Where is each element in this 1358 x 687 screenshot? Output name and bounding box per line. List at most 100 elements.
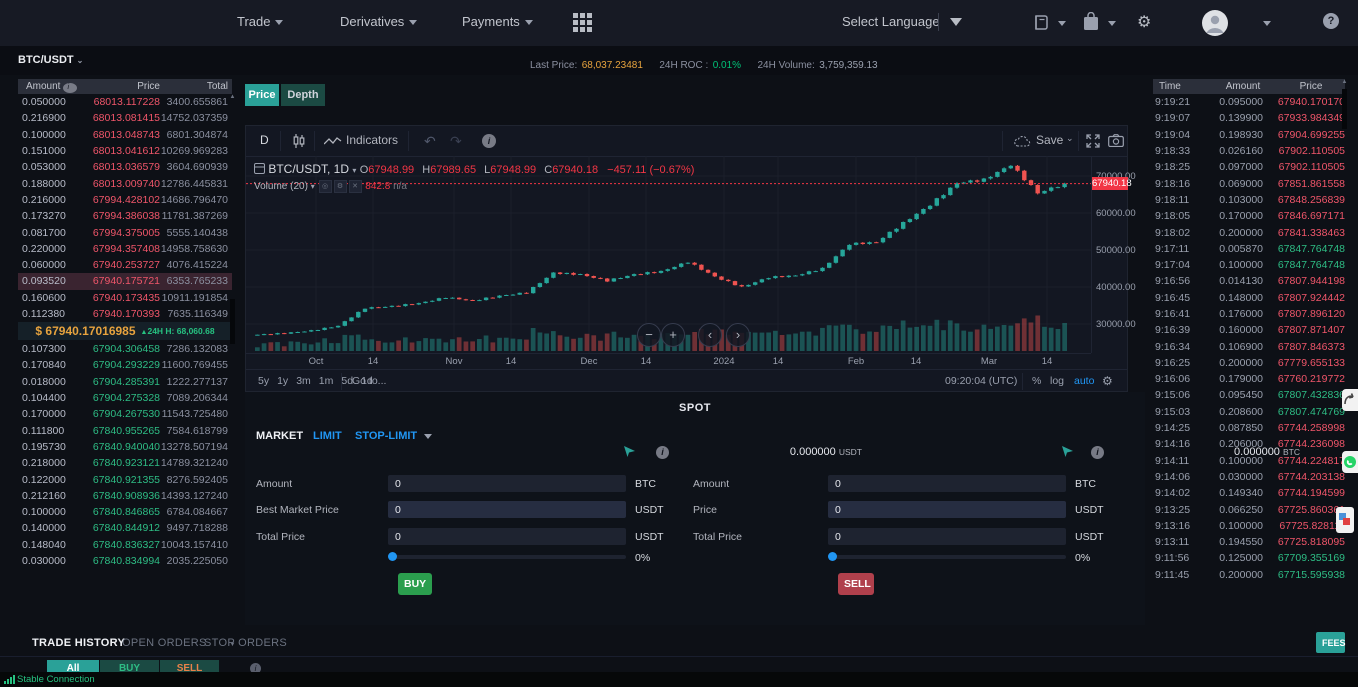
trade-row[interactable]: 9:18:160.06900067851.861558 bbox=[1153, 175, 1345, 191]
orderbook-bid-row[interactable]: 0.17000067904.26753011543.725480 bbox=[18, 406, 232, 422]
chevron-down-icon[interactable] bbox=[1108, 21, 1116, 26]
zoom-in-button[interactable]: + bbox=[661, 323, 685, 347]
help-icon[interactable]: ? bbox=[1323, 13, 1339, 29]
orderbook-bid-row[interactable]: 0.12200067840.9213558276.592405 bbox=[18, 471, 232, 487]
trade-row[interactable]: 9:16:060.17900067760.219772 bbox=[1153, 371, 1345, 387]
goto-button[interactable]: Go to... bbox=[352, 375, 386, 387]
trade-row[interactable]: 9:14:160.20600067744.236098 bbox=[1153, 436, 1345, 452]
range-1m[interactable]: 1m bbox=[319, 375, 334, 387]
scroll-right-button[interactable]: › bbox=[726, 323, 750, 347]
legend-symbol[interactable]: BTC/USDT, 1D bbox=[268, 162, 349, 176]
buy-slider[interactable] bbox=[388, 555, 626, 559]
orderbook-bid-row[interactable]: 0.10730067904.3064587286.132083 bbox=[18, 341, 232, 357]
settings-gear-icon[interactable]: ⚙ bbox=[1137, 12, 1151, 32]
trade-row[interactable]: 9:14:110.10000067744.224817 bbox=[1153, 453, 1345, 469]
chevron-down-icon[interactable]: ▾ bbox=[352, 166, 356, 175]
orderbook-ask-row[interactable]: 0.15100068013.04161210269.969283 bbox=[18, 143, 232, 159]
sell-slider[interactable] bbox=[828, 555, 1066, 559]
orderbook-ask-row[interactable]: 0.08170067994.3750055555.140438 bbox=[18, 224, 232, 240]
buy-price-input[interactable] bbox=[388, 501, 626, 518]
trade-row[interactable]: 9:16:410.17600067807.896120 bbox=[1153, 306, 1345, 322]
share-widget[interactable] bbox=[1342, 389, 1358, 411]
fees-button[interactable]: FEES bbox=[1316, 632, 1345, 653]
orderbook-ask-row[interactable]: 0.06000067940.2537274076.415224 bbox=[18, 257, 232, 273]
tab-depth[interactable]: Depth bbox=[281, 84, 325, 106]
orderbook-bid-row[interactable]: 0.14000067840.8449129497.718288 bbox=[18, 520, 232, 536]
sell-button[interactable]: SELL bbox=[838, 573, 874, 595]
avatar[interactable] bbox=[1202, 10, 1228, 36]
nav-payments[interactable]: Payments bbox=[462, 14, 533, 29]
range-5y[interactable]: 5y bbox=[258, 375, 269, 387]
buy-slider-handle[interactable] bbox=[388, 552, 397, 561]
undo-icon[interactable]: ↶ bbox=[424, 133, 436, 150]
camera-icon[interactable] bbox=[1108, 134, 1124, 147]
trade-row[interactable]: 9:19:040.19893067904.699255 bbox=[1153, 127, 1345, 143]
tab-trade-history[interactable]: TRADE HISTORY bbox=[32, 637, 125, 649]
scroll-up-icon[interactable]: ▲ bbox=[229, 94, 236, 100]
trade-row[interactable]: 9:13:250.06625067725.860361 bbox=[1153, 501, 1345, 517]
volume-label[interactable]: Volume (20) bbox=[254, 181, 308, 192]
orderbook-ask-row[interactable]: 0.21600067994.42810214686.796470 bbox=[18, 192, 232, 208]
trade-row[interactable]: 9:19:210.09500067940.170170 bbox=[1153, 94, 1345, 110]
redo-icon[interactable]: ↷ bbox=[450, 133, 462, 150]
orderbook-bid-row[interactable]: 0.17084067904.29322911600.769455 bbox=[18, 357, 232, 373]
zoom-out-button[interactable]: − bbox=[637, 323, 661, 347]
tab-market[interactable]: MARKET bbox=[256, 430, 303, 442]
settings-icon[interactable]: ⚙ bbox=[334, 180, 347, 193]
orderbook-bid-row[interactable]: 0.10000067840.8468656784.084667 bbox=[18, 504, 232, 520]
auto-scale-button[interactable]: auto bbox=[1074, 375, 1094, 387]
log-scale-button[interactable]: log bbox=[1050, 375, 1064, 387]
trade-row[interactable]: 9:17:040.10000067847.764748 bbox=[1153, 257, 1345, 273]
fullscreen-icon[interactable] bbox=[1086, 134, 1100, 148]
trade-row[interactable]: 9:15:030.20860067807.474769 bbox=[1153, 404, 1345, 420]
orderbook-bid-row[interactable]: 0.21800067840.92312114789.321240 bbox=[18, 455, 232, 471]
chevron-down-icon[interactable]: ▾ bbox=[311, 182, 315, 191]
axis-settings-gear-icon[interactable]: ⚙ bbox=[1102, 374, 1113, 388]
orderbook-ask-row[interactable]: 0.05300068013.0365793604.690939 bbox=[18, 159, 232, 175]
sell-slider-handle[interactable] bbox=[828, 552, 837, 561]
trade-row[interactable]: 9:14:060.03000067744.203138 bbox=[1153, 469, 1345, 485]
chevron-down-icon[interactable]: ⌄ bbox=[1066, 133, 1074, 144]
info-icon[interactable]: i bbox=[63, 83, 77, 93]
orderbook-ask-row[interactable]: 0.16060067940.17343510911.191854 bbox=[18, 290, 232, 306]
cloud-icon[interactable] bbox=[1014, 136, 1031, 147]
indicators-button[interactable]: Indicators bbox=[346, 133, 398, 147]
trade-row[interactable]: 9:13:160.10000067725.828111 bbox=[1153, 518, 1345, 534]
orderbook-bid-row[interactable]: 0.19573067840.94004013278.507194 bbox=[18, 439, 232, 455]
trade-row[interactable]: 9:16:560.01413067807.944198 bbox=[1153, 273, 1345, 289]
scroll-up-icon[interactable]: ▲ bbox=[1341, 79, 1348, 85]
orderbook-bid-row[interactable]: 0.21216067840.90893614393.127240 bbox=[18, 488, 232, 504]
chart-plot-area[interactable]: BTC/USDT, 1D ▾ O67948.99 H67989.65 L6794… bbox=[246, 156, 1091, 353]
apps-grid-icon[interactable] bbox=[573, 13, 592, 32]
trade-row[interactable]: 9:13:110.19455067725.818095 bbox=[1153, 534, 1345, 550]
orderbook-ask-row[interactable]: 0.05000068013.1172283400.655861 bbox=[18, 94, 232, 110]
chevron-down-icon[interactable] bbox=[424, 434, 432, 439]
close-icon[interactable]: ✕ bbox=[349, 180, 362, 193]
nav-trade[interactable]: Trade bbox=[237, 14, 283, 29]
orderbook-bid-row[interactable]: 0.03000067840.8349942035.225050 bbox=[18, 553, 232, 569]
buy-amount-input[interactable] bbox=[388, 475, 626, 492]
info-icon[interactable]: i bbox=[656, 446, 669, 459]
visibility-icon[interactable]: ◎ bbox=[319, 180, 332, 193]
sell-total-input[interactable] bbox=[828, 528, 1066, 545]
support-widget[interactable] bbox=[1336, 507, 1354, 533]
trade-row[interactable]: 9:17:110.00587067847.764748 bbox=[1153, 241, 1345, 257]
range-3m[interactable]: 3m bbox=[296, 375, 311, 387]
trade-row[interactable]: 9:14:250.08785067744.258998 bbox=[1153, 420, 1345, 436]
buy-button[interactable]: BUY bbox=[398, 573, 432, 595]
tab-stop-orders[interactable]: STOP ORDERS bbox=[204, 637, 287, 649]
trade-row[interactable]: 9:19:070.13990067933.984349 bbox=[1153, 110, 1345, 126]
tab-stop-limit[interactable]: STOP-LIMIT bbox=[355, 430, 417, 442]
orderbook-ask-row[interactable]: 0.09352067940.1757216353.765233 bbox=[18, 273, 232, 289]
trade-row[interactable]: 9:16:250.20000067779.655133 bbox=[1153, 355, 1345, 371]
range-1y[interactable]: 1y bbox=[277, 375, 288, 387]
nav-derivatives[interactable]: Derivatives bbox=[340, 14, 417, 29]
account-dropdown-icon[interactable] bbox=[1263, 21, 1271, 26]
indicators-icon[interactable] bbox=[324, 137, 342, 146]
price-axis[interactable]: 70000.0060000.0050000.0040000.0030000.00… bbox=[1091, 156, 1128, 353]
info-icon[interactable]: i bbox=[482, 134, 496, 148]
save-button[interactable]: Save bbox=[1036, 133, 1063, 147]
wallet-bag-icon[interactable] bbox=[1083, 12, 1099, 31]
clock[interactable]: 09:20:04 (UTC) bbox=[945, 375, 1017, 387]
orderbook-ask-row[interactable]: 0.10000068013.0487436801.304874 bbox=[18, 127, 232, 143]
